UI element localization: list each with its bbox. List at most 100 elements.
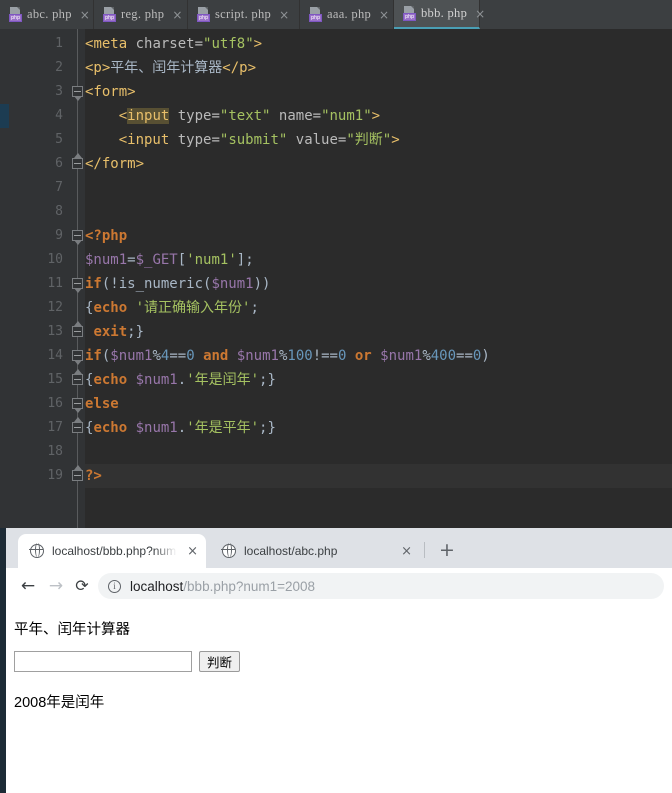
code-token: 'num1' (186, 252, 237, 268)
code-text-area[interactable]: <meta charset="utf8"> <p>平年、闰年计算器</p> <for… (85, 29, 672, 528)
code-token: ) (481, 348, 490, 364)
browser-tab-active[interactable]: localhost/bbb.php?num1=200× (18, 534, 206, 568)
code-token: "text" (219, 108, 271, 124)
code-line[interactable]: {echo $num1.'年是闰年';} (85, 368, 672, 392)
browser-toolbar: ← → ⟳ i localhost/bbb.php?num1=2008 (6, 568, 672, 605)
fold-toggle-icon[interactable] (72, 350, 83, 365)
code-fold-strip[interactable] (71, 29, 85, 528)
forward-button[interactable]: → (44, 574, 68, 598)
ide-tab-close-icon[interactable]: × (80, 9, 90, 21)
browser-tab-title: localhost/bbb.php?num1=200 (52, 544, 177, 558)
code-token: = (211, 132, 220, 148)
code-line[interactable]: <form> (85, 80, 672, 104)
fold-toggle-icon[interactable] (72, 321, 83, 337)
line-number-gutter: 1 2 3 4 5 6 7 8 9 10 11 12 13 14 15 16 17 18 19 (9, 29, 71, 528)
code-token: is_numeric (118, 276, 204, 292)
ide-tab-abcphp[interactable]: php abc. php × (0, 0, 94, 29)
ide-tab-scriptphp[interactable]: php script. php × (188, 0, 300, 29)
globe-icon (221, 543, 236, 558)
fold-toggle-icon[interactable] (72, 369, 83, 385)
code-token: . (177, 420, 187, 436)
code-line[interactable]: {echo $num1.'年是平年';} (85, 416, 672, 440)
line-number: 10 (47, 252, 63, 267)
browser-tab-title: localhost/abc.php (244, 544, 338, 558)
ide-tab-close-icon[interactable]: × (172, 9, 182, 21)
code-token: type (177, 132, 212, 148)
code-line[interactable]: else (85, 392, 672, 416)
ide-tab-close-icon[interactable]: × (379, 9, 389, 21)
code-line[interactable]: ?> (85, 464, 672, 488)
page-heading: 平年、闰年计算器 (14, 622, 130, 638)
code-token: ?> (85, 468, 102, 484)
ide-tab-close-icon[interactable]: × (279, 9, 289, 21)
fold-toggle-icon[interactable] (72, 465, 83, 481)
code-line[interactable] (85, 176, 672, 200)
code-token: < (118, 108, 128, 124)
code-line[interactable]: <meta charset="utf8"> (85, 32, 672, 56)
code-line[interactable]: </form> (85, 152, 672, 176)
fold-toggle-icon[interactable] (72, 278, 83, 293)
code-token: value (295, 132, 338, 148)
browser-tab-close-icon[interactable]: × (177, 545, 198, 558)
code-token: charset (135, 36, 195, 52)
browser-tab[interactable]: localhost/abc.php × (210, 534, 420, 568)
code-token: $num1 (236, 348, 279, 364)
code-editor[interactable]: 1 2 3 4 5 6 7 8 9 10 11 12 13 14 15 16 17 18 19 <meta char… (0, 29, 672, 528)
code-token: > (391, 132, 400, 148)
line-number: 5 (55, 132, 63, 147)
ide-tab-aaaphp[interactable]: php aaa. php × (300, 0, 394, 29)
code-token: <input (118, 132, 170, 148)
code-line[interactable]: <input type="text" name="num1"> (85, 104, 672, 128)
code-line[interactable]: <p>平年、闰年计算器</p> (85, 56, 672, 80)
code-token: == (169, 348, 187, 364)
code-line[interactable]: {echo '请正确输入年份'; (85, 296, 672, 320)
line-number: 4 (55, 108, 63, 123)
ide-tab-close-icon[interactable]: × (475, 8, 485, 20)
code-token: "num1" (321, 108, 372, 124)
code-line[interactable]: if(!is_numeric($num1)) (85, 272, 672, 296)
code-line[interactable] (85, 440, 672, 464)
fold-toggle-icon[interactable] (72, 230, 83, 245)
code-line[interactable]: $num1=$_GET['num1']; (85, 248, 672, 272)
fold-toggle-icon[interactable] (72, 417, 83, 433)
line-number: 2 (55, 60, 63, 75)
code-line[interactable]: <?php (85, 224, 672, 248)
tab-divider (424, 542, 425, 558)
code-line[interactable]: exit;} (85, 320, 672, 344)
code-token: if (85, 348, 102, 364)
code-token: or (354, 348, 372, 364)
code-token: </p> (222, 60, 257, 76)
code-token: <form> (85, 84, 136, 100)
php-file-icon: php (197, 7, 210, 22)
year-input[interactable] (14, 651, 192, 672)
site-info-icon[interactable]: i (108, 579, 121, 593)
fold-toggle-icon[interactable] (72, 153, 83, 169)
code-token: "判断" (346, 132, 392, 148)
code-token: [ (177, 252, 187, 268)
fold-toggle-icon[interactable] (72, 398, 83, 413)
code-token: '年是平年' (186, 420, 260, 436)
judge-submit-button[interactable]: 判断 (199, 651, 241, 672)
code-line[interactable]: <input type="submit" value="判断"> (85, 128, 672, 152)
address-bar[interactable]: i localhost/bbb.php?num1=2008 (98, 573, 664, 599)
back-button[interactable]: ← (16, 574, 40, 598)
code-token: <?php (85, 228, 128, 244)
fold-toggle-icon[interactable] (72, 86, 83, 101)
code-token: '年是闰年' (186, 372, 260, 388)
code-token: echo (93, 420, 128, 436)
code-token: type (177, 108, 212, 124)
browser-tab-close-icon[interactable]: × (391, 545, 412, 558)
code-line[interactable]: if($num1%4==0 and $num1%100!==0 or $num1… (85, 344, 672, 368)
find-match-highlight: input (127, 108, 170, 124)
reload-button[interactable]: ⟳ (70, 574, 94, 598)
code-line[interactable] (85, 200, 672, 224)
ide-tab-bbbphp[interactable]: php bbb. php × (394, 0, 485, 29)
new-tab-button[interactable]: + (436, 540, 458, 562)
ide-tab-regphp[interactable]: php reg. php × (94, 0, 188, 29)
ide-tab-bar: php abc. php × php reg. php × php script. php × p… (0, 0, 672, 30)
code-token: ;} (127, 324, 145, 340)
